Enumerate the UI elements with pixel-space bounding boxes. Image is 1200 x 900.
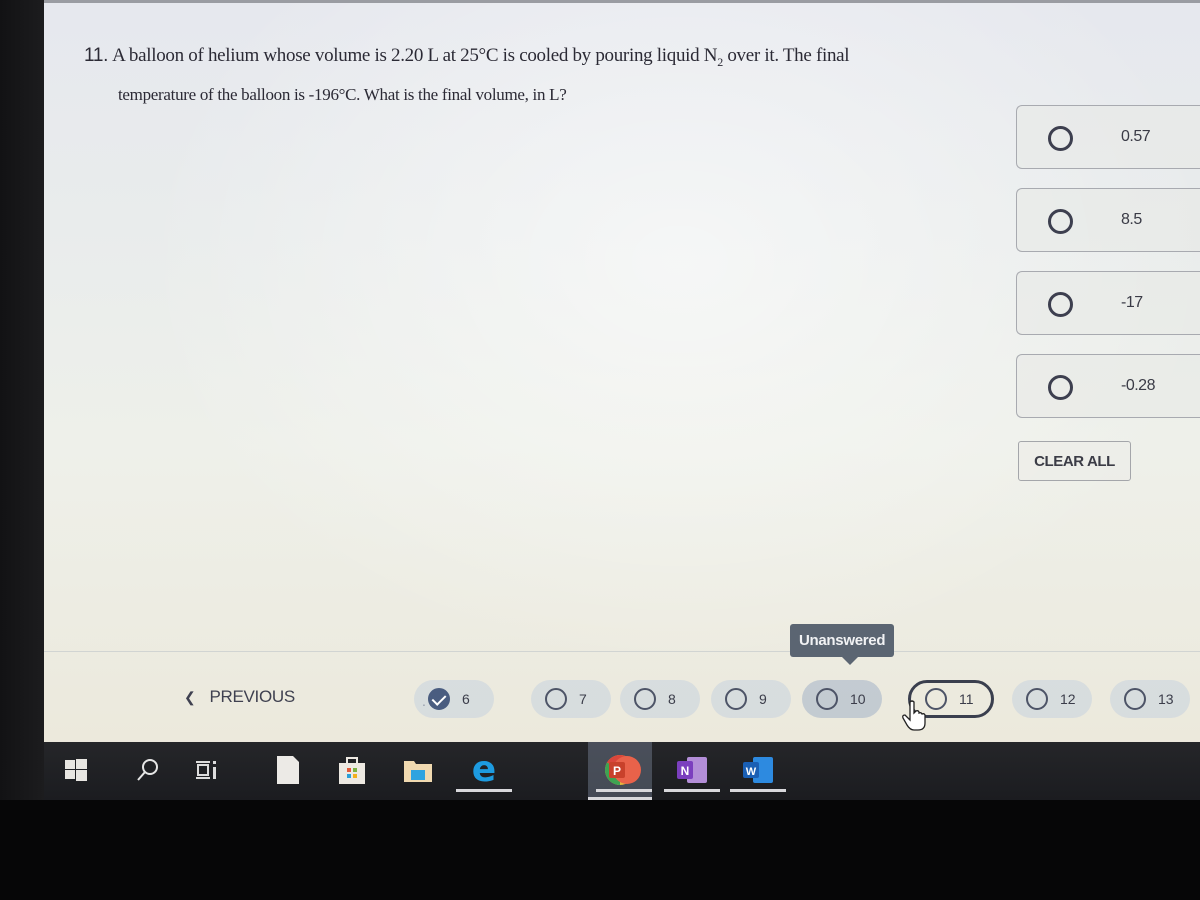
empty-circle-icon (1124, 688, 1146, 710)
radio-button[interactable] (1048, 375, 1073, 400)
word-icon: W (743, 757, 773, 783)
answer-option[interactable]: -17 (1016, 271, 1200, 335)
question-nav-8[interactable]: 8 (620, 680, 700, 718)
task-view-button[interactable] (188, 752, 224, 788)
svg-text:P: P (613, 764, 621, 778)
file-button[interactable] (270, 752, 306, 788)
question-nav-12[interactable]: 12 (1012, 680, 1092, 718)
radio-button[interactable] (1048, 209, 1073, 234)
search-icon (137, 759, 158, 781)
edge-button[interactable]: e (456, 749, 512, 792)
question-line-2: temperature of the balloon is -196°C. Wh… (118, 84, 567, 104)
answer-label: -17 (1121, 294, 1143, 311)
question-nav-10[interactable]: 10 (802, 680, 882, 718)
task-view-icon (196, 761, 216, 779)
file-icon (277, 756, 299, 784)
answer-options: 0.57 8.5 -17 -0.28 (1016, 105, 1200, 437)
powerpoint-icon: P (609, 756, 641, 784)
answer-option[interactable]: 0.57 (1016, 105, 1200, 169)
empty-circle-icon (725, 688, 747, 710)
answer-option[interactable]: -0.28 (1016, 354, 1200, 418)
status-tooltip: Unanswered (790, 624, 895, 665)
onenote-icon: N (677, 757, 707, 783)
previous-button[interactable]: ❮ PREVIOUS (184, 687, 295, 707)
empty-circle-icon (545, 688, 567, 710)
file-explorer-button[interactable] (400, 752, 436, 788)
svg-text:N: N (681, 764, 690, 778)
clear-all-button[interactable]: CLEAR ALL (1018, 441, 1131, 481)
radio-button[interactable] (1048, 292, 1073, 317)
taskbar: e P N W (44, 742, 1200, 800)
question-text: 11. A balloon of helium whose volume is 2… (84, 45, 984, 105)
question-number: 11. (84, 45, 109, 66)
open-indicator (456, 789, 512, 792)
microsoft-store-icon (339, 757, 365, 784)
file-explorer-icon (404, 761, 432, 782)
question-nav-6[interactable]: 6 (414, 680, 494, 718)
quiz-screen: 11. A balloon of helium whose volume is 2… (44, 0, 1200, 742)
windows-start-icon (65, 759, 87, 781)
monitor-bezel (0, 0, 44, 900)
search-button[interactable] (130, 752, 166, 788)
question-nav-11[interactable]: 11 (908, 680, 994, 718)
svg-text:W: W (746, 766, 757, 778)
microsoft-store-button[interactable] (334, 752, 370, 788)
chevron-left-icon: ❮ (184, 688, 196, 705)
edge-icon: e (471, 749, 497, 790)
answer-label: 8.5 (1121, 211, 1142, 228)
open-indicator (596, 789, 652, 792)
empty-circle-icon (925, 688, 947, 710)
monitor-bezel-bottom (0, 800, 1200, 900)
empty-circle-icon (816, 688, 838, 710)
checkmark-icon (428, 688, 450, 710)
answer-label: -0.28 (1121, 377, 1155, 394)
empty-circle-icon (634, 688, 656, 710)
answer-option[interactable]: 8.5 (1016, 188, 1200, 252)
question-nav-7[interactable]: 7 (531, 680, 611, 718)
word-button[interactable]: W (730, 752, 786, 792)
question-line-1: 11. A balloon of helium whose volume is 2… (84, 45, 850, 69)
question-nav-13[interactable]: 13 (1110, 680, 1190, 718)
divider (44, 651, 1200, 652)
radio-button[interactable] (1048, 126, 1073, 151)
onenote-button[interactable]: N (664, 752, 720, 792)
empty-circle-icon (1026, 688, 1048, 710)
question-nav-9[interactable]: 9 (711, 680, 791, 718)
open-indicator (730, 789, 786, 792)
windows-start-button[interactable] (58, 752, 94, 788)
powerpoint-button[interactable]: P (596, 752, 652, 792)
open-indicator (664, 789, 720, 792)
answer-label: 0.57 (1121, 128, 1151, 145)
